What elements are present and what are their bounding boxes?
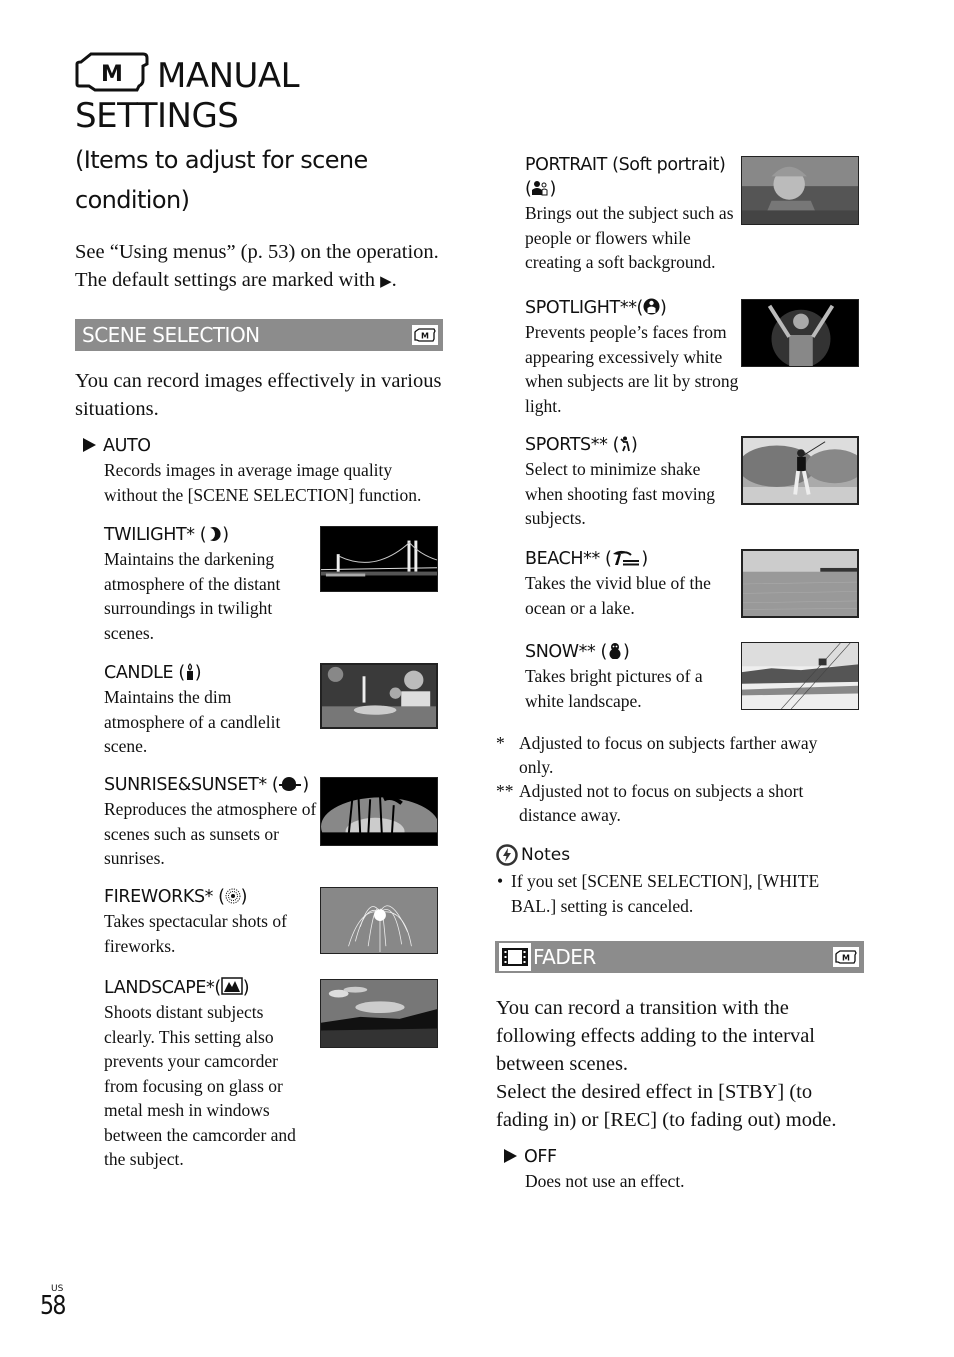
manual-mode-badge-icon: M: [412, 325, 438, 345]
scene-item-sports: SPORTS** () Select to minimize shake whe…: [525, 433, 740, 531]
scene-item-name: AUTO: [103, 436, 151, 456]
scene-item-description: Maintains the darkening atmosphere of th…: [104, 549, 281, 643]
scene-item-name: SPORTS**: [525, 435, 608, 455]
title-line-2: SETTINGS: [75, 96, 239, 136]
fader-item-off: OFF Does not use an effect.: [504, 1145, 864, 1194]
sunset-icon: [279, 777, 302, 791]
night-bridge-photo: [320, 526, 438, 592]
fader-description: You can record a transition with the fol…: [496, 994, 861, 1134]
fader-item-name: OFF: [524, 1147, 557, 1167]
child-spotlight-photo: [741, 299, 859, 367]
spotlight-icon: [643, 298, 660, 315]
fader-description-1: You can record a transition with the fol…: [496, 997, 815, 1075]
bullet-icon: •: [497, 871, 504, 891]
notes-header: Notes: [496, 844, 570, 866]
scene-item-name: TWILIGHT*: [104, 525, 195, 545]
scene-item-description: Records images in average image quality …: [104, 460, 422, 505]
scene-item-description: Takes the vivid blue of the ocean or a l…: [525, 573, 711, 618]
page-subtitle: (Items to adjust for scene condition): [75, 146, 368, 214]
notes-list: • If you set [SCENE SELECTION], [WHITE B…: [497, 869, 857, 918]
notes-title: Notes: [521, 845, 571, 865]
scene-selection-header: SCENE SELECTION M: [75, 319, 443, 351]
fader-title: FADER: [533, 945, 596, 969]
footnote-mark: *: [496, 733, 505, 753]
scene-selection-title: SCENE SELECTION: [82, 323, 260, 347]
default-marker-icon: ▶: [380, 274, 392, 290]
footnote-single-asterisk: * Adjusted to focus on subjects farther …: [496, 731, 846, 779]
intro-line-1: See “Using menus” (p. 53) on the operati…: [75, 241, 439, 263]
scene-item-candle: CANDLE () Maintains the dim atmosphere o…: [104, 661, 314, 759]
default-marker-icon: [504, 1149, 517, 1163]
landscape-field-photo: [320, 979, 438, 1048]
footnote-mark: **: [496, 781, 514, 801]
scene-item-spotlight: SPOTLIGHT**() Prevents people’s faces fr…: [525, 296, 740, 418]
svg-text:M: M: [421, 332, 429, 341]
scene-item-description: Maintains the dim atmosphere of a candle…: [104, 687, 281, 756]
scene-item-sunrise-sunset: SUNRISE&SUNSET* () Reproduces the atmosp…: [104, 773, 319, 871]
moon-icon: [210, 527, 221, 541]
scene-item-name: PORTRAIT (Soft portrait): [525, 155, 726, 175]
scene-item-name: LANDSCAPE*: [104, 978, 215, 998]
beach-icon: [613, 550, 640, 566]
fader-item-description: Does not use an effect.: [525, 1171, 685, 1191]
intro-line-2: The default settings are marked with: [75, 269, 375, 291]
scene-item-name: FIREWORKS*: [104, 887, 214, 907]
fireworks-photo: [320, 887, 438, 954]
default-marker-icon: [83, 438, 96, 452]
golfer-photo: [741, 436, 859, 505]
child-portrait-photo: [741, 156, 859, 225]
scene-item-auto: AUTO Records images in average image qua…: [83, 434, 443, 507]
scene-item-beach: BEACH** () Takes the vivid blue of the o…: [525, 547, 740, 620]
caution-icon: [496, 844, 518, 866]
mountain-icon: [221, 977, 243, 995]
snow-gondola-photo: [741, 642, 859, 710]
scene-item-snow: SNOW** () Takes bright pictures of a whi…: [525, 640, 740, 713]
candlelit-dinner-photo: [320, 663, 438, 729]
palm-trees-sunset-photo: [320, 777, 438, 846]
scene-item-description: Reproduces the atmosphere of scenes such…: [104, 799, 317, 868]
scene-item-fireworks: FIREWORKS* () Takes spectacular shots of…: [104, 885, 314, 958]
scene-item-name: BEACH**: [525, 549, 600, 569]
manual-camera-icon: M: [75, 52, 149, 92]
scene-item-description: Brings out the subject such as people or…: [525, 203, 734, 272]
film-strip-icon: [499, 943, 531, 971]
scene-selection-description: You can record images effectively in var…: [75, 370, 442, 420]
candle-icon: [186, 663, 193, 680]
scene-item-name: SPOTLIGHT**: [525, 298, 637, 318]
scene-item-name: SNOW**: [525, 642, 596, 662]
scene-item-name: CANDLE: [104, 663, 174, 683]
svg-text:M: M: [101, 62, 123, 87]
scene-item-description: Shoots distant subjects clearly. This se…: [104, 1002, 296, 1169]
footnote-text: Adjusted not to focus on subjects a shor…: [519, 781, 804, 825]
scene-item-description: Takes bright pictures of a white landsca…: [525, 666, 703, 711]
golfer-icon: [620, 436, 630, 452]
note-item: If you set [SCENE SELECTION], [WHITE BAL…: [511, 871, 820, 916]
scene-item-portrait: PORTRAIT (Soft portrait) () Brings out t…: [525, 153, 740, 275]
footnote-double-asterisk: ** Adjusted not to focus on subjects a s…: [496, 779, 846, 827]
scene-item-description: Takes spectacular shots of fireworks.: [104, 911, 287, 956]
page-title: M MANUAL SETTINGS: [75, 44, 475, 136]
scene-item-landscape: LANDSCAPE*() Shoots distant subjects cle…: [104, 976, 314, 1172]
fader-header: FADER M: [495, 941, 864, 973]
intro-text: See “Using menus” (p. 53) on the operati…: [75, 238, 455, 296]
footnote-text: Adjusted to focus on subjects farther aw…: [519, 733, 818, 777]
portrait-icon: [532, 181, 548, 196]
title-line-1: MANUAL: [157, 56, 300, 96]
scene-item-description: Prevents people’s faces from appearing e…: [525, 322, 739, 416]
scene-item-name: SUNRISE&SUNSET*: [104, 775, 267, 795]
snowman-icon: [609, 643, 621, 659]
svg-text:M: M: [842, 954, 850, 963]
fader-description-2: Select the desired effect in [STBY] (to …: [496, 1081, 837, 1131]
page-number: 58: [40, 1291, 66, 1321]
fireworks-icon: [225, 888, 241, 904]
manual-mode-badge-icon: M: [833, 947, 859, 967]
scene-item-twilight: TWILIGHT* () Maintains the darkening atm…: [104, 523, 314, 645]
beach-photo: [741, 549, 859, 618]
scene-item-description: Select to minimize shake when shooting f…: [525, 459, 716, 528]
